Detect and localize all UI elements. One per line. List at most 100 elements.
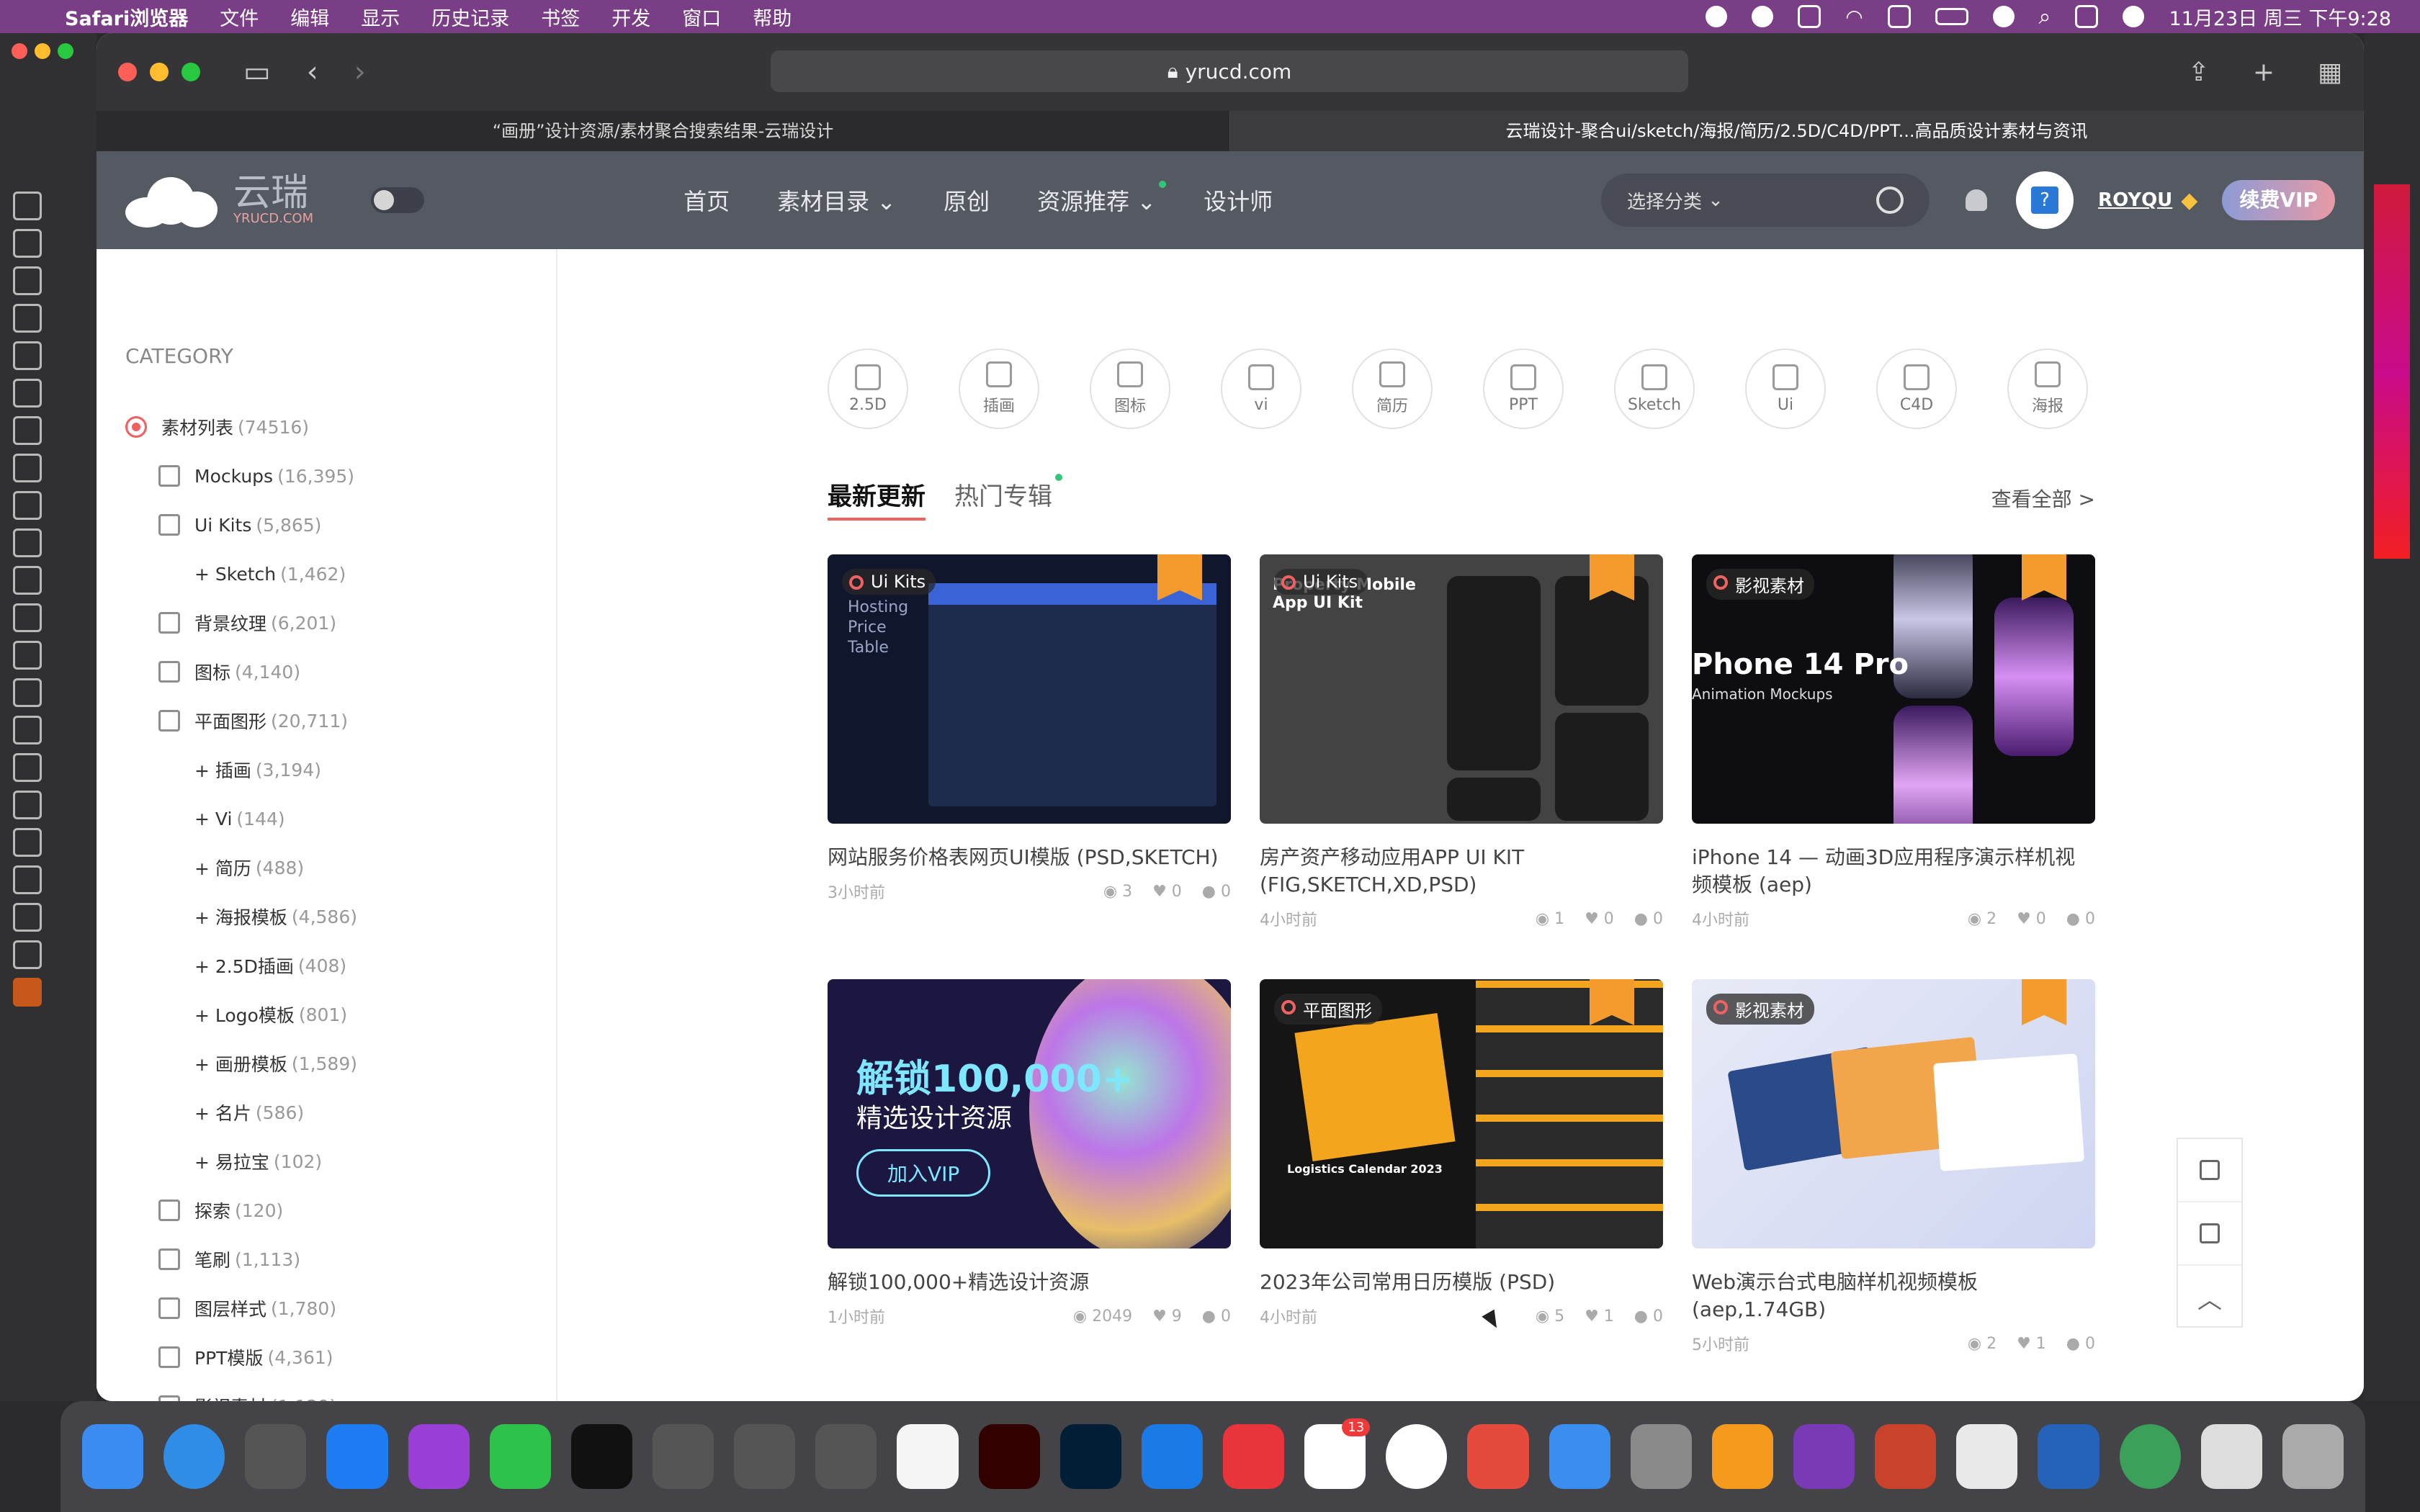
join-vip-button[interactable]: 加入VIP bbox=[856, 1149, 991, 1197]
shape-tool-icon[interactable] bbox=[13, 865, 42, 894]
zoom-icon[interactable] bbox=[182, 63, 200, 81]
mobile-button[interactable] bbox=[2178, 1139, 2241, 1202]
card-title[interactable]: 解锁100,000+精选设计资源 bbox=[828, 1269, 1231, 1296]
unknown-app-icon[interactable] bbox=[652, 1424, 714, 1489]
quick-category-button[interactable]: 插画 bbox=[959, 348, 1039, 429]
card-title[interactable]: 2023年公司常用日历模版 (PSD) bbox=[1260, 1269, 1663, 1296]
patch-tool-icon[interactable] bbox=[13, 454, 42, 482]
finder-icon[interactable] bbox=[82, 1424, 144, 1489]
tab-hot[interactable]: 热门专辑 bbox=[954, 473, 1062, 521]
hand-tool-icon[interactable] bbox=[13, 903, 42, 932]
sidebar-item[interactable]: + 易拉宝 (102) bbox=[97, 1137, 556, 1186]
tab-latest[interactable]: 最新更新 bbox=[828, 477, 926, 521]
menu-window[interactable]: 窗口 bbox=[682, 3, 721, 31]
pages-icon[interactable] bbox=[1711, 1424, 1773, 1489]
username[interactable]: ROYQU bbox=[2098, 189, 2172, 211]
nav-recommend[interactable]: 资源推荐 ⌄ bbox=[1037, 181, 1167, 217]
onenote-icon[interactable] bbox=[1793, 1424, 1855, 1489]
category-search[interactable]: 选择分类 ⌄ bbox=[1601, 174, 1930, 227]
crop-tool-icon[interactable] bbox=[13, 341, 42, 370]
sidebar-item[interactable]: 背景纹理 (6,201) bbox=[97, 598, 556, 647]
trash-icon[interactable] bbox=[2282, 1424, 2344, 1489]
sidebar-item[interactable]: Mockups (16,395) bbox=[97, 451, 556, 500]
sidebar-toggle-icon[interactable]: ▭ bbox=[243, 55, 271, 89]
sidebar-item[interactable]: + 海报模板 (4,586) bbox=[97, 892, 556, 941]
search-icon[interactable] bbox=[1876, 186, 1904, 214]
comments-icon[interactable]: ● 0 bbox=[2066, 910, 2095, 928]
document-icon[interactable] bbox=[2200, 1424, 2262, 1489]
disk-utility-icon[interactable] bbox=[1630, 1424, 1692, 1489]
resource-card[interactable]: 解锁100,000+ 精选设计资源 加入VIP 解锁100,000+精选设计资源… bbox=[828, 979, 1231, 1328]
quick-category-button[interactable]: 图标 bbox=[1090, 348, 1170, 429]
apple-tv-icon[interactable] bbox=[570, 1424, 632, 1489]
menu-app-name[interactable]: Safari浏览器 bbox=[65, 3, 188, 31]
address-bar[interactable]: 🔒︎ yrucd.com bbox=[771, 50, 1688, 92]
type-tool-icon[interactable] bbox=[13, 791, 42, 819]
control-center-icon[interactable] bbox=[2075, 5, 2099, 28]
sidebar-item[interactable]: 图标 (4,140) bbox=[97, 647, 556, 696]
sidebar-item[interactable]: + Sketch (1,462) bbox=[97, 549, 556, 598]
move-tool-icon[interactable] bbox=[13, 192, 42, 220]
menu-file[interactable]: 文件 bbox=[220, 3, 259, 31]
wechat-icon[interactable] bbox=[489, 1424, 551, 1489]
bookmark-icon[interactable] bbox=[2022, 554, 2066, 600]
wifi-icon[interactable]: ◠ bbox=[1845, 5, 1863, 29]
podcasts-icon[interactable] bbox=[408, 1424, 470, 1489]
likes-icon[interactable]: ♥ 0 bbox=[1585, 910, 1614, 928]
menu-develop[interactable]: 开发 bbox=[611, 3, 650, 31]
record-icon[interactable] bbox=[1706, 6, 1728, 27]
sidebar-item[interactable]: + 2.5D插画 (408) bbox=[97, 941, 556, 990]
nav-home[interactable]: 首页 bbox=[684, 184, 730, 217]
comments-icon[interactable]: ● 0 bbox=[1634, 1308, 1663, 1326]
eyedropper-tool-icon[interactable] bbox=[13, 416, 42, 445]
qrcode-button[interactable] bbox=[2178, 1202, 2241, 1266]
smudge-tool-icon[interactable] bbox=[13, 678, 42, 707]
back-icon[interactable]: ‹ bbox=[307, 55, 318, 89]
color-swatch-icon[interactable] bbox=[13, 978, 42, 1007]
xmind-icon[interactable] bbox=[1467, 1424, 1529, 1489]
share-icon[interactable]: ⇪ bbox=[2188, 58, 2210, 87]
wps-icon[interactable] bbox=[1386, 1424, 1448, 1489]
zoom-tool-icon[interactable] bbox=[13, 940, 42, 969]
bookmark-icon[interactable] bbox=[2022, 979, 2066, 1025]
word-icon[interactable] bbox=[2038, 1424, 2099, 1489]
resource-card[interactable]: Phone 14 Pro Animation Mockups 影视素材 iPho… bbox=[1692, 554, 2095, 930]
quick-category-button[interactable]: 2.5D bbox=[828, 348, 908, 429]
illustrator-icon[interactable] bbox=[978, 1424, 1040, 1489]
site-logo[interactable]: 云瑞 YRUCD.COM bbox=[125, 173, 313, 228]
tab-search-results[interactable]: “画册”设计资源/素材聚合搜索结果-云瑞设计 bbox=[97, 111, 1230, 151]
quick-category-button[interactable]: 简历 bbox=[1352, 348, 1433, 429]
color-gradient[interactable] bbox=[2374, 184, 2410, 559]
likes-icon[interactable]: ♥ 1 bbox=[2017, 1335, 2046, 1353]
tab-home[interactable]: 云瑞设计-聚合ui/sketch/海报/简历/2.5D/C4D/PPT...高品… bbox=[1230, 111, 2364, 151]
clock[interactable]: 11月23日 周三 下午9:28 bbox=[2169, 3, 2391, 31]
card-thumbnail[interactable]: Logistics Calendar 2023 平面图形 bbox=[1260, 979, 1663, 1248]
battery-icon[interactable] bbox=[1935, 8, 1968, 25]
brush-tool-icon[interactable] bbox=[13, 491, 42, 520]
sidebar-item[interactable]: + Logo模板 (801) bbox=[97, 990, 556, 1039]
stamp-tool-icon[interactable] bbox=[13, 528, 42, 557]
spotlight-icon[interactable]: ⌕ bbox=[2039, 4, 2051, 30]
app-store-icon[interactable] bbox=[326, 1424, 388, 1489]
card-title[interactable]: 网站服务价格表网页UI模版 (PSD,SKETCH) bbox=[828, 844, 1231, 871]
nav-catalog[interactable]: 素材目录 ⌄ bbox=[777, 184, 896, 217]
eraser-tool-icon[interactable] bbox=[13, 603, 42, 632]
menu-help[interactable]: 帮助 bbox=[753, 3, 792, 31]
sidebar-item[interactable]: + 插画 (3,194) bbox=[97, 745, 556, 794]
quick-category-button[interactable]: Ui bbox=[1745, 348, 1826, 429]
menu-bookmarks[interactable]: 书签 bbox=[541, 3, 580, 31]
ps-minimize-icon[interactable] bbox=[35, 43, 50, 59]
bell-icon[interactable] bbox=[1966, 189, 1988, 211]
ps-close-icon[interactable] bbox=[12, 43, 27, 59]
sidebar-item[interactable]: PPT模版 (4,361) bbox=[97, 1333, 556, 1382]
resource-card[interactable]: Property Mobile App UI Kit Ui Kits 房产资产移… bbox=[1260, 554, 1663, 930]
sidebar-item[interactable]: 笔刷 (1,113) bbox=[97, 1235, 556, 1284]
likes-icon[interactable]: ♥ 0 bbox=[2017, 910, 2046, 928]
sidebar-item[interactable]: 素材列表 (74516) bbox=[97, 402, 556, 451]
nav-designer[interactable]: 设计师 bbox=[1204, 184, 1273, 217]
browser-app-icon[interactable] bbox=[2119, 1424, 2181, 1489]
resource-card[interactable]: 影视素材 Web演示台式电脑样机视频模板 (aep,1.74GB) 5小时前 ◉… bbox=[1692, 979, 2095, 1355]
frame-tool-icon[interactable] bbox=[13, 379, 42, 408]
avatar[interactable]: ? bbox=[2016, 171, 2074, 229]
card-title[interactable]: Web演示台式电脑样机视频模板 (aep,1.74GB) bbox=[1692, 1269, 2095, 1323]
